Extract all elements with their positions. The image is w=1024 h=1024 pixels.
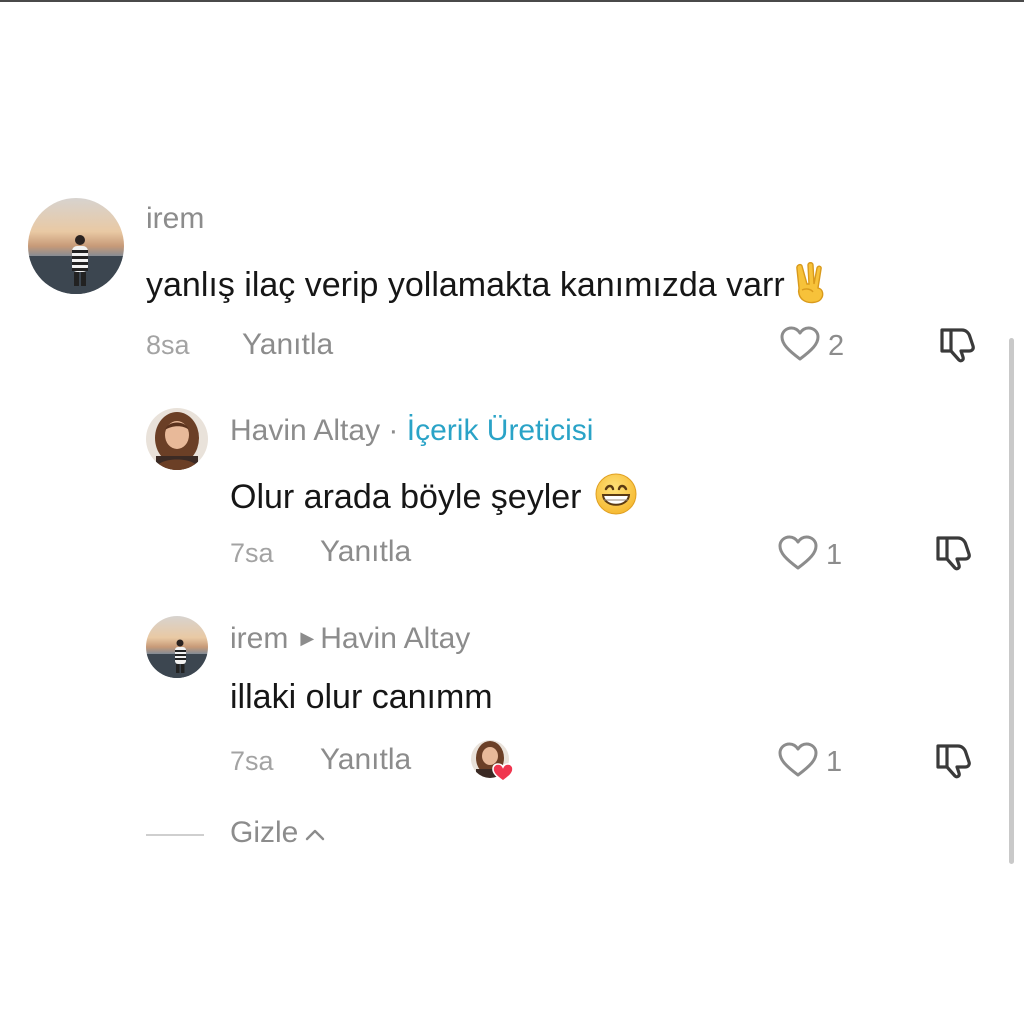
reply-username[interactable]: irem ▶ Havin Altay [230, 622, 470, 656]
like-count: 1 [826, 746, 843, 778]
reply-time: 7sa [230, 746, 274, 776]
grinning-face-emoji-icon [594, 472, 638, 525]
avatar[interactable] [146, 616, 208, 678]
thumbs-down-icon [934, 744, 974, 784]
top-border [0, 0, 1024, 2]
heart-icon [780, 326, 820, 367]
thumbs-down-icon [938, 328, 978, 368]
username-link[interactable]: irem [146, 202, 204, 235]
chevron-up-icon [298, 816, 326, 850]
comment-username[interactable]: irem [146, 202, 204, 236]
reply-button[interactable]: Yanıtla [320, 743, 411, 777]
like-count: 2 [828, 330, 845, 362]
dislike-button[interactable] [934, 740, 974, 785]
creator-badge: İçerik Üreticisi [406, 414, 594, 447]
reply-button[interactable]: Yanıtla [242, 328, 333, 362]
dislike-button[interactable] [938, 324, 978, 369]
hide-label: Gizle [230, 816, 299, 849]
like-button[interactable]: 1 [778, 742, 842, 783]
reply-time: 7sa [230, 538, 274, 568]
reply-text: illaki olur canımm [230, 678, 493, 716]
thumbs-down-icon [934, 536, 974, 576]
reply-button[interactable]: Yanıtla [320, 535, 411, 569]
comment-text: yanlış ilaç verip yollamakta kanımızda v… [146, 262, 829, 313]
dislike-button[interactable] [934, 532, 974, 577]
divider-line [146, 834, 204, 836]
reply-username[interactable]: Havin Altay · İçerik Üreticisi [230, 414, 593, 448]
creator-liked-icon [470, 739, 514, 782]
scrollbar[interactable] [1009, 338, 1014, 864]
username-link[interactable]: Havin Altay [230, 414, 380, 447]
like-count: 1 [826, 539, 843, 571]
comment-body: yanlış ilaç verip yollamakta kanımızda v… [146, 266, 785, 304]
reply-arrow-icon: ▶ [300, 628, 315, 648]
victory-hand-emoji-icon [793, 262, 829, 313]
avatar[interactable] [146, 408, 208, 470]
comment-body: Olur arada böyle şeyler [230, 478, 582, 516]
heart-icon [778, 742, 818, 783]
username-link[interactable]: irem [230, 622, 288, 655]
avatar[interactable] [28, 198, 124, 294]
heart-icon [778, 535, 818, 576]
hide-replies-button[interactable]: Gizle [230, 816, 326, 850]
like-button[interactable]: 2 [780, 326, 844, 367]
like-button[interactable]: 1 [778, 535, 842, 576]
reply-text: Olur arada böyle şeyler [230, 472, 638, 525]
comment-time: 8sa [146, 330, 190, 360]
comments-panel: irem yanlış ilaç verip yollamakta kanımı… [0, 0, 1024, 1024]
reply-to-username[interactable]: Havin Altay [320, 622, 470, 655]
separator: · [388, 414, 399, 447]
